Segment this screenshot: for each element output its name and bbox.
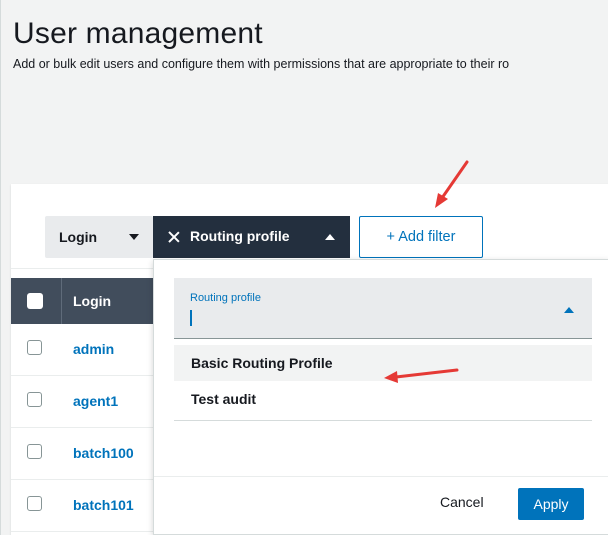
table-row: agent1 <box>11 376 153 428</box>
table-header: Login <box>11 278 153 324</box>
table-row: admin <box>11 324 153 376</box>
user-login-link[interactable]: batch100 <box>73 445 134 461</box>
page-title: User management <box>13 17 263 50</box>
user-login-link[interactable]: admin <box>73 341 114 357</box>
select-all-checkbox[interactable] <box>27 293 43 309</box>
options-divider <box>174 420 592 421</box>
column-header-login[interactable]: Login <box>73 293 111 309</box>
row-checkbox[interactable] <box>27 392 42 407</box>
page-description: Add or bulk edit users and configure the… <box>13 57 510 71</box>
row-checkbox[interactable] <box>27 496 42 511</box>
apply-button[interactable]: Apply <box>518 488 584 520</box>
row-checkbox[interactable] <box>27 444 42 459</box>
chevron-down-icon <box>129 234 139 240</box>
add-filter-button[interactable]: + Add filter <box>359 216 483 258</box>
table-row: batch101 <box>11 480 153 532</box>
close-icon[interactable] <box>163 226 185 248</box>
footer-divider <box>154 476 608 477</box>
login-filter-select[interactable]: Login <box>45 216 153 258</box>
table-row: batch100 <box>11 428 153 480</box>
option-test-audit[interactable]: Test audit <box>174 381 592 417</box>
app-window: User management Add or bulk edit users a… <box>0 0 608 535</box>
cancel-button[interactable]: Cancel <box>440 494 484 510</box>
user-login-link[interactable]: agent1 <box>73 393 118 409</box>
option-basic-routing-profile[interactable]: Basic Routing Profile <box>174 345 592 381</box>
routing-profile-field-label: Routing profile <box>190 292 261 304</box>
chevron-up-icon[interactable] <box>564 307 574 313</box>
row-checkbox[interactable] <box>27 340 42 355</box>
column-divider <box>61 278 62 324</box>
routing-profile-dropdown: Routing profile Basic Routing Profile Te… <box>153 259 608 535</box>
routing-profile-chip-label: Routing profile <box>190 228 290 244</box>
text-cursor <box>190 310 192 326</box>
chevron-up-icon <box>325 234 335 240</box>
user-login-link[interactable]: batch101 <box>73 497 134 513</box>
routing-profile-input[interactable]: Routing profile <box>174 278 592 339</box>
routing-profile-filter-chip[interactable]: Routing profile <box>153 216 350 258</box>
login-filter-label: Login <box>59 229 98 245</box>
